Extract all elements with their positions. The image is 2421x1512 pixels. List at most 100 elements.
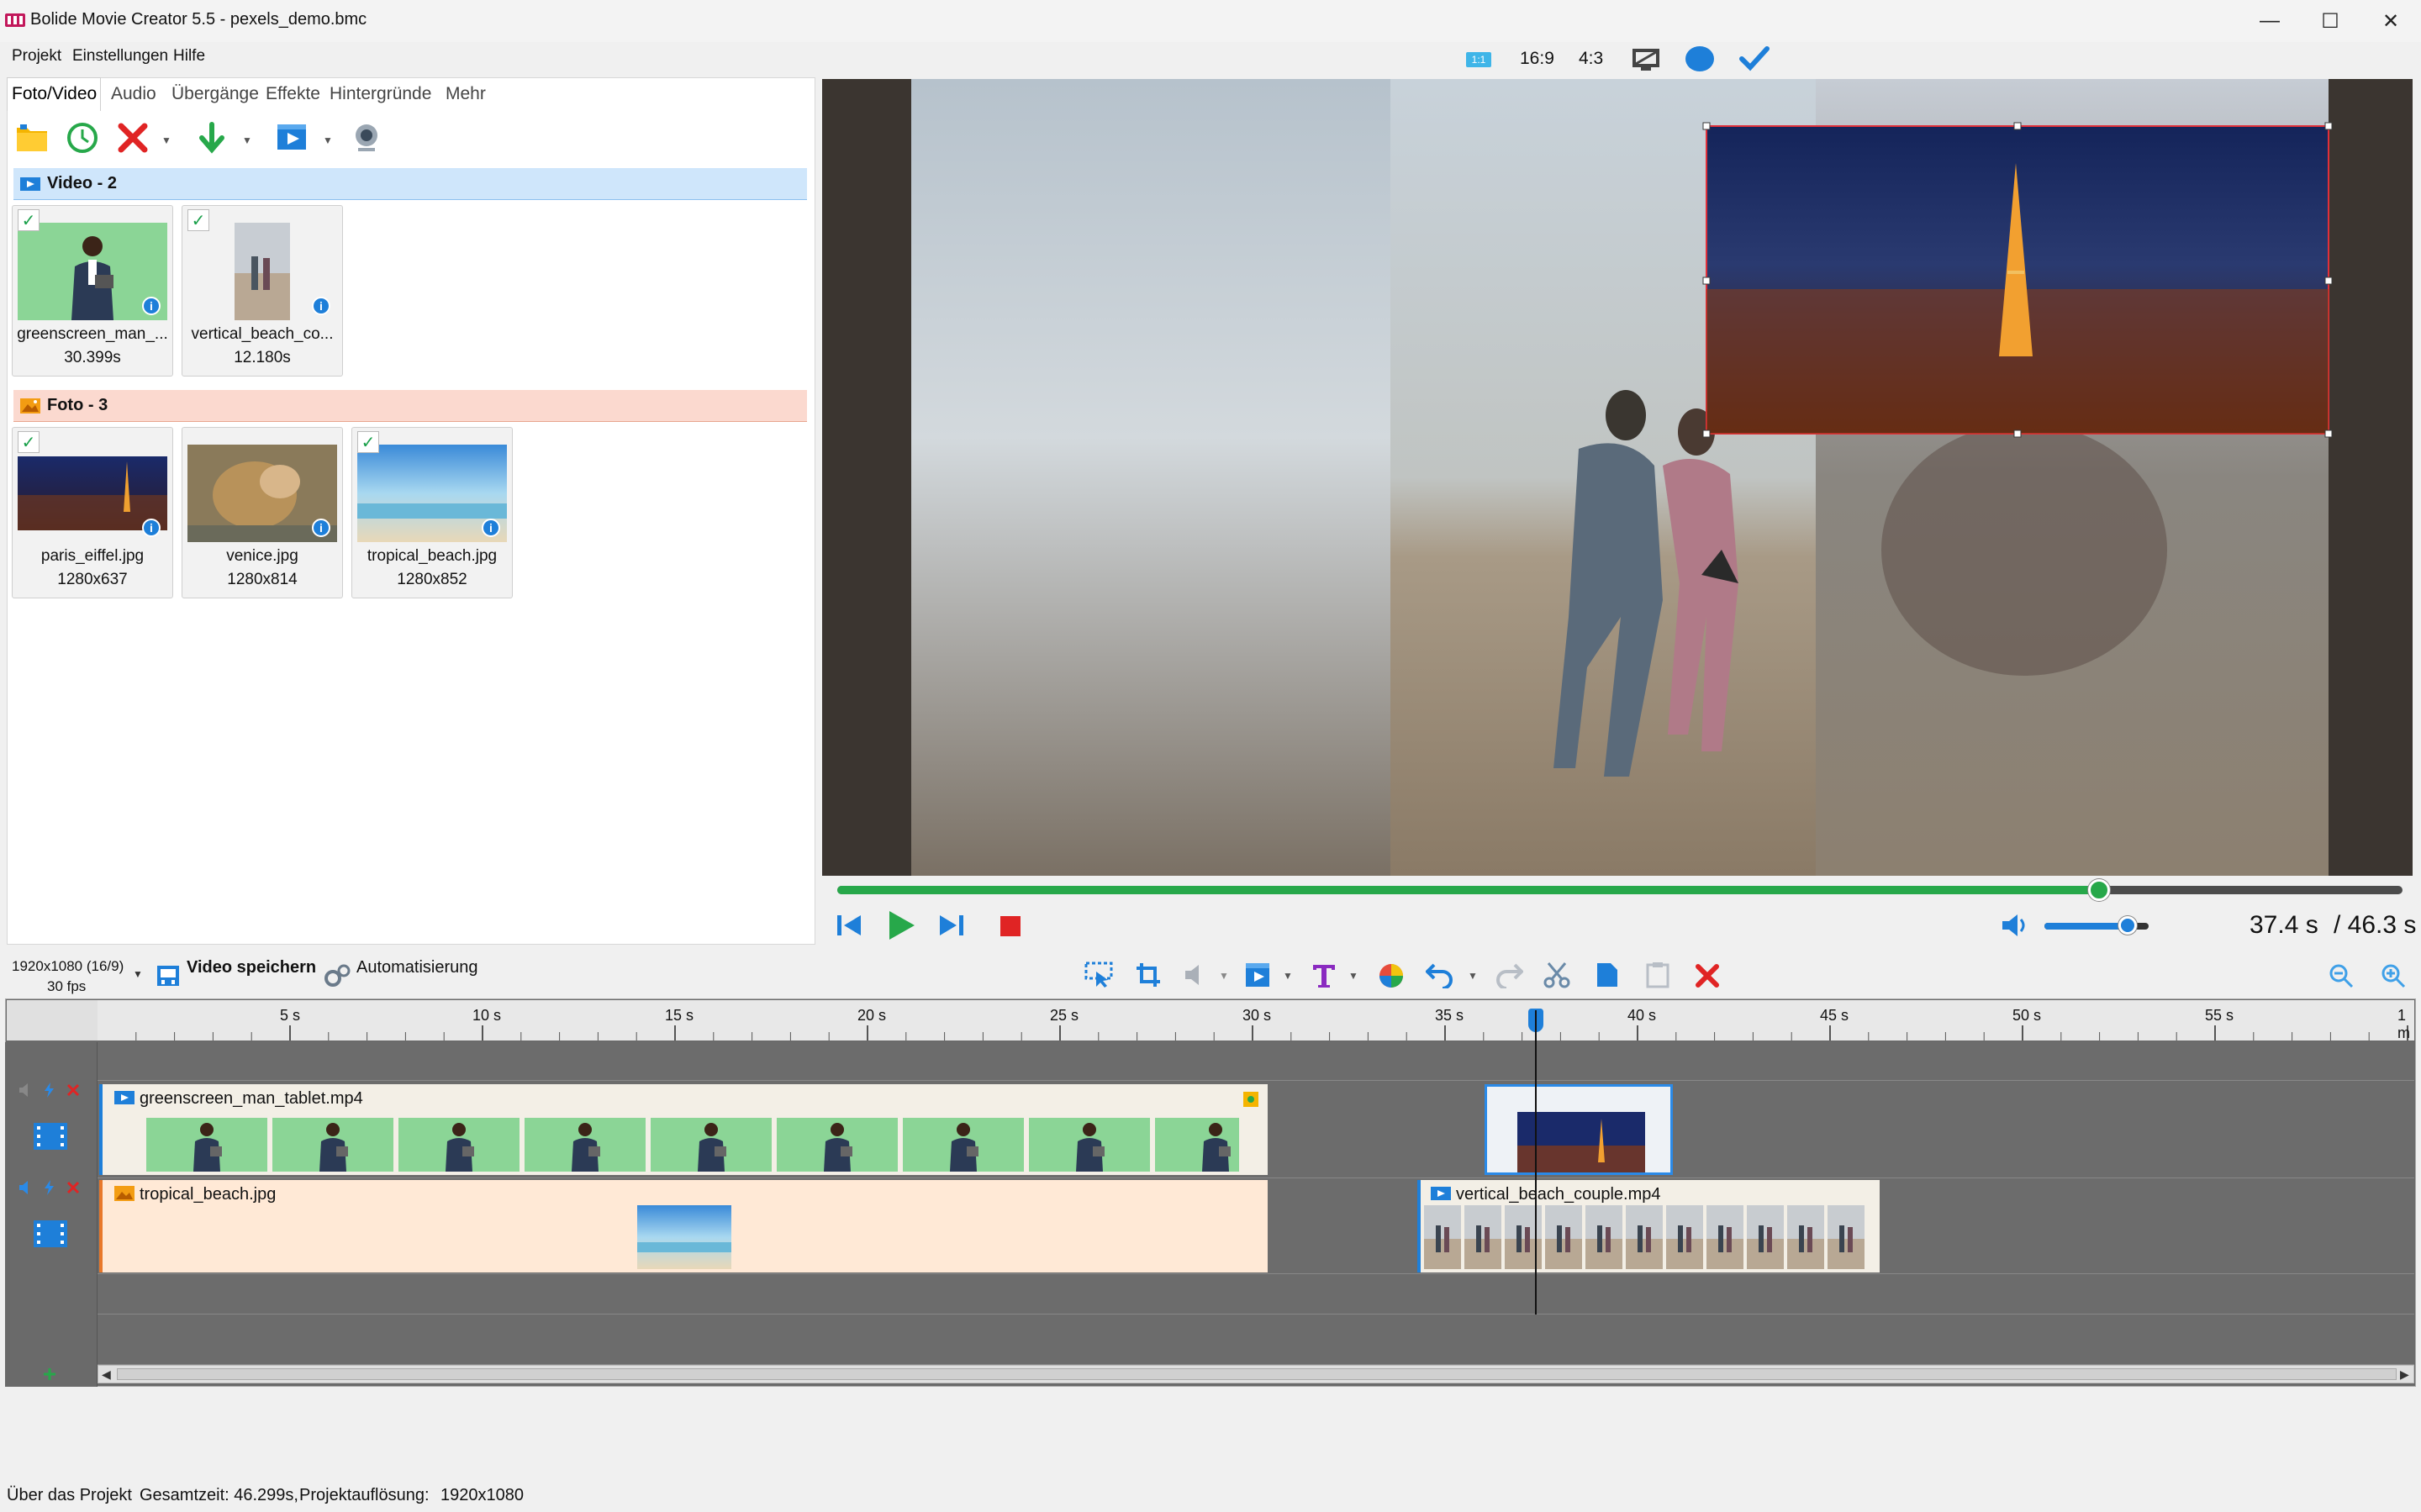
- add-track-icon[interactable]: [42, 1367, 57, 1382]
- history-clock-icon[interactable]: [64, 119, 101, 156]
- tab-uebergaenge[interactable]: Übergänge: [171, 84, 259, 104]
- info-icon[interactable]: i: [482, 519, 500, 537]
- copy-icon[interactable]: [1596, 961, 1619, 988]
- media-item[interactable]: ✓ i greenscreen_man_... 30.399s: [12, 205, 173, 377]
- output-fps[interactable]: 30 fps: [47, 978, 86, 995]
- track-delete-icon[interactable]: [66, 1180, 81, 1195]
- timeline-clip-paris[interactable]: [1485, 1084, 1673, 1175]
- delete-x-icon[interactable]: [114, 119, 151, 156]
- paste-icon[interactable]: [1646, 961, 1669, 988]
- zoom-out-icon[interactable]: [2329, 963, 2354, 988]
- seek-handle[interactable]: [2088, 879, 2110, 901]
- automation-gears-icon[interactable]: [324, 963, 351, 988]
- delete-dropdown-icon[interactable]: ▼: [161, 134, 171, 146]
- stop-icon[interactable]: [1000, 916, 1021, 936]
- track-empty-top: [98, 1042, 2414, 1081]
- filmstrip-frame: [1626, 1205, 1663, 1269]
- video-preview[interactable]: [822, 79, 2413, 876]
- check-icon[interactable]: ✓: [357, 431, 379, 453]
- check-icon[interactable]: ✓: [18, 209, 40, 231]
- timeline-clip-tropical[interactable]: tropical_beach.jpg: [99, 1180, 1268, 1272]
- track-3[interactable]: [98, 1274, 2414, 1314]
- text-dropdown-icon[interactable]: ▼: [1348, 970, 1358, 982]
- webcam-icon[interactable]: [348, 119, 385, 156]
- menu-einstellungen[interactable]: Einstellungen: [72, 47, 168, 66]
- tab-mehr[interactable]: Mehr: [446, 84, 486, 104]
- status-about-project[interactable]: Über das Projekt: [7, 1486, 132, 1505]
- check-icon[interactable]: ✓: [18, 431, 40, 453]
- volume-icon[interactable]: [2001, 913, 2029, 938]
- delete-clip-icon[interactable]: [1695, 963, 1720, 988]
- tab-hintergruende[interactable]: Hintergründe: [330, 84, 431, 104]
- crop-icon[interactable]: [1135, 961, 1163, 988]
- undo-dropdown-icon[interactable]: ▼: [1468, 970, 1478, 982]
- play-clip-icon[interactable]: [274, 119, 311, 156]
- confirm-check-icon[interactable]: [1738, 45, 1770, 72]
- previous-frame-icon[interactable]: [836, 913, 864, 938]
- close-button[interactable]: ✕: [2360, 0, 2421, 42]
- fullscreen-monitor-icon[interactable]: [1631, 47, 1661, 72]
- media-item[interactable]: ✓ i paris_eiffel.jpg 1280x637: [12, 427, 173, 598]
- group-header-photo[interactable]: Foto - 3: [13, 390, 807, 422]
- menu-projekt[interactable]: Projekt: [12, 47, 61, 66]
- timeline-clip-greenscreen[interactable]: greenscreen_man_tablet.mp4: [99, 1084, 1268, 1175]
- volume-handle[interactable]: [2118, 916, 2137, 935]
- save-video-icon[interactable]: [156, 965, 180, 987]
- undo-icon[interactable]: [1426, 961, 1454, 988]
- track-mute-icon[interactable]: [18, 1180, 34, 1195]
- output-resolution[interactable]: 1920x1080 (16/9): [12, 958, 124, 975]
- info-icon[interactable]: i: [142, 519, 161, 537]
- track-lightning-icon[interactable]: [42, 1180, 57, 1195]
- text-tool-icon[interactable]: [1311, 961, 1337, 988]
- tab-foto-video[interactable]: Foto/Video: [12, 84, 97, 104]
- play-icon[interactable]: [886, 909, 916, 941]
- tab-audio[interactable]: Audio: [111, 84, 156, 104]
- color-wheel-icon[interactable]: [1379, 963, 1404, 988]
- scroll-thumb[interactable]: [117, 1368, 2397, 1380]
- clip-lock-icon[interactable]: [1242, 1091, 1259, 1108]
- group-header-video[interactable]: Video - 2: [13, 168, 807, 200]
- ratio-16-9-button[interactable]: 16:9: [1520, 49, 1554, 69]
- tab-effekte[interactable]: Effekte: [266, 84, 320, 104]
- info-icon[interactable]: i: [142, 297, 161, 315]
- media-item[interactable]: i venice.jpg 1280x814: [182, 427, 343, 598]
- track-lightning-icon[interactable]: [42, 1083, 57, 1098]
- cut-scissors-icon[interactable]: [1543, 961, 1570, 988]
- resolution-dropdown-icon[interactable]: ▼: [133, 968, 143, 980]
- zoom-in-icon[interactable]: [2381, 963, 2406, 988]
- info-icon[interactable]: i: [312, 297, 330, 315]
- media-item[interactable]: ✓ i tropical_beach.jpg 1280x852: [351, 427, 513, 598]
- select-range-icon[interactable]: [1084, 961, 1113, 988]
- media-item-name: paris_eiffel.jpg: [40, 547, 145, 565]
- add-down-arrow-icon[interactable]: [193, 119, 230, 156]
- clip-effect-icon[interactable]: [1244, 961, 1273, 988]
- maximize-button[interactable]: ☐: [2300, 0, 2360, 42]
- save-video-button[interactable]: Video speichern: [187, 958, 316, 977]
- open-folder-icon[interactable]: [13, 119, 50, 156]
- mute-dropdown-icon[interactable]: ▼: [1219, 970, 1229, 982]
- info-icon[interactable]: i: [312, 519, 330, 537]
- mute-clip-icon[interactable]: [1184, 963, 1209, 987]
- ratio-4-3-button[interactable]: 4:3: [1579, 49, 1603, 69]
- timeline-clip-vertical-beach[interactable]: vertical_beach_couple.mp4: [1417, 1180, 1880, 1272]
- track-4[interactable]: [98, 1314, 2414, 1365]
- add-dropdown-icon[interactable]: ▼: [242, 134, 252, 146]
- check-icon[interactable]: ✓: [187, 209, 209, 231]
- background-color-icon[interactable]: [1685, 45, 1715, 72]
- minimize-button[interactable]: —: [2239, 0, 2300, 42]
- automation-button[interactable]: Automatisierung: [356, 958, 478, 977]
- media-item[interactable]: ✓ i vertical_beach_co... 12.180s: [182, 205, 343, 377]
- track-mute-icon[interactable]: [18, 1083, 34, 1098]
- scroll-left-icon[interactable]: ◀: [102, 1367, 111, 1382]
- next-frame-icon[interactable]: [936, 913, 965, 938]
- clip-effect-dropdown-icon[interactable]: ▼: [1283, 970, 1293, 982]
- scroll-right-icon[interactable]: ▶: [2400, 1367, 2409, 1382]
- menu-hilfe[interactable]: Hilfe: [173, 47, 205, 66]
- timeline-scrollbar[interactable]: ◀ ▶: [98, 1365, 2414, 1383]
- track-delete-icon[interactable]: [66, 1083, 81, 1098]
- ratio-1-1-button[interactable]: 1:1: [1466, 52, 1491, 67]
- playhead[interactable]: [1535, 1010, 1537, 1314]
- redo-icon[interactable]: [1495, 961, 1523, 988]
- status-total-time: Gesamtzeit: 46.299s,: [140, 1486, 298, 1504]
- play-dropdown-icon[interactable]: ▼: [323, 134, 333, 146]
